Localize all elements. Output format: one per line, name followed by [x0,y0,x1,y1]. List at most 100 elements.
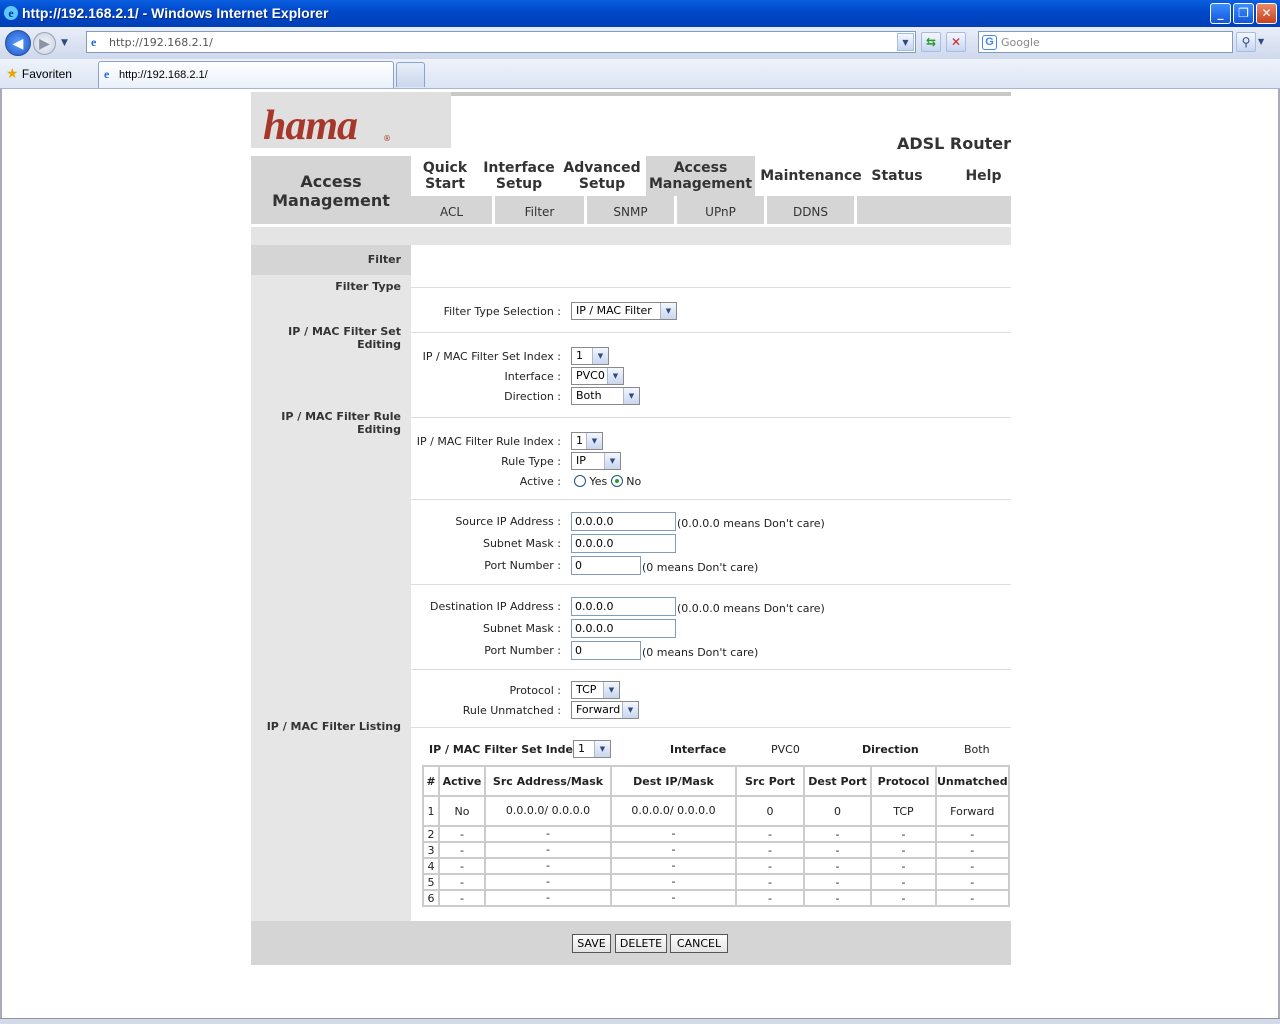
rule-type-select[interactable]: IP ▼ [571,452,621,470]
nav-quick-start[interactable]: Quick Start [411,156,479,196]
direction-select[interactable]: Both ▼ [571,387,640,405]
nav-access-management[interactable]: Access Management [646,156,755,196]
table-row: 6------- [422,889,1010,907]
table-cell: 2 [422,825,440,843]
subnav-upnp[interactable]: UPnP [677,196,767,224]
page-icon: e [104,67,110,81]
table-row: 2------- [422,825,1010,843]
set-index-select[interactable]: 1 ▼ [571,347,609,365]
table-cell: - [610,841,737,859]
table-cell: - [803,841,872,859]
browser-tab[interactable]: e http://192.168.2.1/ [98,61,394,88]
back-button[interactable]: ◀ [5,30,31,56]
forward-button[interactable]: ▶ [33,32,56,55]
rule-index-label: IP / MAC Filter Rule Index : [416,435,561,448]
filter-type-select[interactable]: IP / MAC Filter ▼ [571,302,677,320]
table-cell: No [438,795,486,827]
table-cell: - [484,873,612,891]
table-cell: - [610,857,737,875]
nav-interface-setup[interactable]: Interface Setup [479,156,559,196]
chevron-down-icon: ▼ [622,702,638,718]
dst-port-label: Port Number : [484,644,561,657]
maximize-button[interactable]: ❐ [1233,3,1254,24]
table-cell: - [935,873,1010,891]
table-cell: - [803,857,872,875]
src-ip-label: Source IP Address : [455,515,561,528]
interface-select[interactable]: PVC0 ▼ [571,367,624,385]
subnav-ddns[interactable]: DDNS [767,196,857,224]
chevron-down-icon: ▼ [594,741,610,757]
subnav-filter[interactable]: Filter [495,196,587,224]
table-cell: - [438,841,486,859]
active-radio-group: Yes No [574,475,641,488]
protocol-select[interactable]: TCP ▼ [571,681,620,699]
dst-port-input[interactable]: 0 [571,641,641,660]
src-port-input[interactable]: 0 [571,556,641,575]
table-cell: - [610,825,737,843]
table-cell: - [484,857,612,875]
favorites-button[interactable]: ★ Favoriten [6,65,72,82]
active-yes-radio[interactable] [574,475,586,487]
address-input[interactable]: http://192.168.2.1/ [109,36,213,49]
search-input[interactable]: Google [1001,36,1040,49]
main-nav: Quick Start Interface Setup Advanced Set… [411,156,1011,196]
listing-set-index-select[interactable]: 1 ▼ [573,740,611,758]
table-row: 4------- [422,857,1010,875]
src-ip-input[interactable]: 0.0.0.0 [571,512,676,531]
address-dropdown-icon[interactable]: ▼ [897,33,914,51]
dst-mask-input[interactable]: 0.0.0.0 [571,619,676,638]
rule-type-label: Rule Type : [501,455,561,468]
table-cell: - [935,857,1010,875]
col-dest-port: Dest Port [803,765,872,797]
nav-help[interactable]: Help [956,156,1011,196]
nav-maintenance[interactable]: Maintenance [755,156,867,196]
cancel-button[interactable]: CANCEL [670,934,728,953]
save-button[interactable]: SAVE [572,934,611,953]
dst-ip-label: Destination IP Address : [429,600,561,613]
table-cell: 0.0.0.0/ 0.0.0.0 [484,795,612,827]
table-cell: - [735,873,805,891]
nav-advanced-setup[interactable]: Advanced Setup [559,156,645,196]
table-row: 3------- [422,841,1010,859]
table-cell: - [610,889,737,907]
table-cell: - [935,889,1010,907]
subnav-acl[interactable]: ACL [411,196,495,224]
star-icon: ★ [6,65,19,81]
history-dropdown-icon[interactable]: ▼ [61,38,68,48]
src-ip-note: (0.0.0.0 means Don't care) [677,517,825,530]
table-cell: 3 [422,841,440,859]
active-no-radio[interactable] [610,475,623,487]
search-icon[interactable]: ⚲ [1236,32,1256,52]
table-cell: TCP [870,795,937,827]
table-cell: - [870,873,937,891]
src-mask-input[interactable]: 0.0.0.0 [571,534,676,553]
nav-status[interactable]: Status [867,156,927,196]
label-listing: IP / MAC Filter Listing [266,720,401,733]
delete-button[interactable]: DELETE [615,934,667,953]
left-labels: Filter Filter Type IP / MAC Filter Set E… [251,245,411,921]
sub-nav: ACL Filter SNMP UPnP DDNS [411,196,1011,224]
table-cell: Forward [935,795,1010,827]
table-cell: - [870,889,937,907]
table-cell: - [438,825,486,843]
minimize-button[interactable]: _ [1210,3,1231,24]
close-button[interactable]: ✕ [1256,3,1277,24]
stop-button[interactable]: ✕ [946,32,966,52]
refresh-button[interactable]: ⇆ [921,32,941,52]
rule-index-select[interactable]: 1 ▼ [571,432,603,450]
dst-ip-note: (0.0.0.0 means Don't care) [677,602,825,615]
search-box[interactable]: G Google [978,31,1233,53]
search-options-icon[interactable]: ▼ [1258,37,1264,46]
ie-logo-icon: e [4,6,18,20]
address-bar[interactable]: e http://192.168.2.1/ ▼ [86,31,916,53]
router-page: hama ® ADSL Router Access Management Quic… [251,92,1011,965]
new-tab-button[interactable] [396,62,425,87]
table-cell: - [735,889,805,907]
table-cell: 4 [422,857,440,875]
subnav-snmp[interactable]: SNMP [587,196,677,224]
unmatched-select[interactable]: Forward ▼ [571,701,639,719]
dst-ip-input[interactable]: 0.0.0.0 [571,597,676,616]
src-mask-label: Subnet Mask : [482,537,561,550]
page-icon: e [91,35,97,49]
table-cell: - [484,889,612,907]
